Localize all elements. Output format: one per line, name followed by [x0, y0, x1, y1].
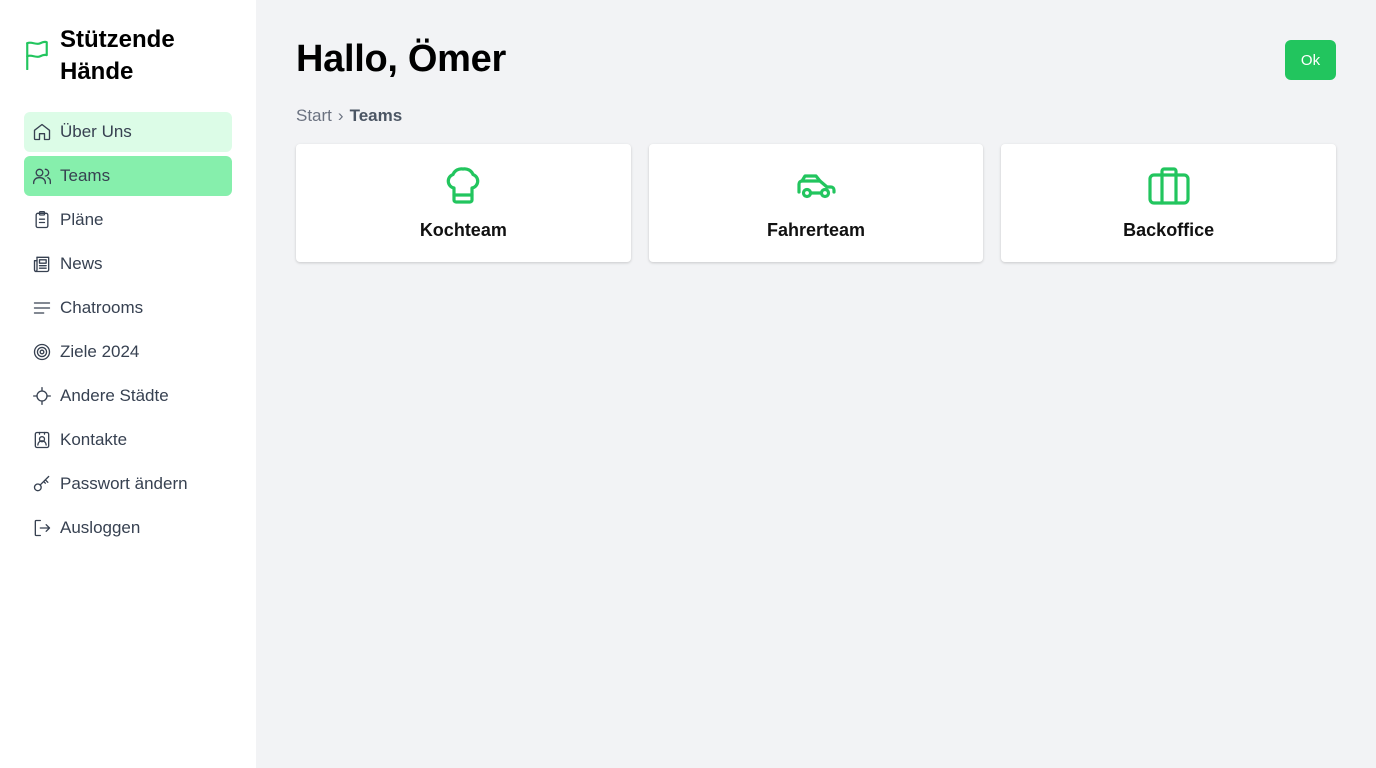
car-icon [794, 164, 838, 208]
clipboard-icon [32, 210, 52, 230]
users-icon [32, 166, 52, 186]
sidebar-item-plaene[interactable]: Pläne [24, 200, 232, 240]
team-card-backoffice[interactable]: Backoffice [1001, 144, 1337, 262]
sidebar-item-teams[interactable]: Teams [24, 156, 232, 196]
briefcase-icon [1147, 164, 1191, 208]
sidebar-item-ziele-2024[interactable]: Ziele 2024 [24, 332, 232, 372]
sidebar-item-label: Teams [60, 166, 111, 185]
sidebar-item-andere-staedte[interactable]: Andere Städte [24, 376, 232, 416]
breadcrumb-current: Teams [349, 106, 403, 125]
contact-card-icon [32, 430, 52, 450]
chef-hat-icon [441, 164, 485, 208]
team-cards: Kochteam Fahrerteam Backoffice [296, 144, 1337, 262]
sidebar-item-label: Pläne [60, 210, 104, 229]
sidebar-item-label: Kontakte [60, 430, 128, 449]
target-icon [32, 342, 52, 362]
brand[interactable]: Stützende Hände [24, 24, 234, 88]
team-card-fahrerteam[interactable]: Fahrerteam [648, 144, 984, 262]
sidebar-item-passwort-aendern[interactable]: Passwort ändern [24, 464, 232, 504]
card-label: Fahrerteam [766, 220, 866, 240]
sidebar-item-label: Über Uns [60, 122, 132, 141]
home-icon [32, 122, 52, 142]
main-content: Hallo, Ömer Ok Start › Teams Kochteam Fa… [256, 0, 1376, 768]
sidebar-item-label: Ziele 2024 [60, 342, 140, 361]
sidebar-item-chatrooms[interactable]: Chatrooms [24, 288, 232, 328]
sidebar-item-kontakte[interactable]: Kontakte [24, 420, 232, 460]
sidebar-item-news[interactable]: News [24, 244, 232, 284]
sidebar-item-label: News [60, 254, 103, 273]
sidebar-item-label: Passwort ändern [60, 474, 188, 493]
sidebar-item-ueber-uns[interactable]: Über Uns [24, 112, 232, 152]
sidebar-item-label: Chatrooms [60, 298, 144, 317]
page-title: Hallo, Ömer [296, 38, 506, 80]
breadcrumb-start[interactable]: Start [296, 106, 332, 126]
key-icon [32, 474, 52, 494]
sidebar: Stützende Hände Über Uns Teams Pläne New… [0, 0, 256, 768]
breadcrumb: Start › Teams [296, 106, 402, 126]
card-label: Kochteam [419, 220, 507, 240]
menu-lines-icon [32, 298, 52, 318]
breadcrumb-separator: › [337, 106, 344, 125]
ok-button[interactable]: Ok [1285, 40, 1336, 80]
flag-icon [24, 40, 50, 71]
sidebar-item-label: Andere Städte [60, 386, 169, 405]
team-card-kochteam[interactable]: Kochteam [296, 144, 631, 262]
sidebar-item-label: Ausloggen [60, 518, 141, 537]
sidebar-nav: Über Uns Teams Pläne News Chatrooms Ziel… [24, 112, 232, 552]
crosshair-icon [32, 386, 52, 406]
card-label: Backoffice [1123, 220, 1215, 240]
logout-icon [32, 518, 52, 538]
newspaper-icon [32, 254, 52, 274]
app-title: Stützende Hände [60, 26, 175, 85]
sidebar-item-ausloggen[interactable]: Ausloggen [24, 508, 232, 548]
